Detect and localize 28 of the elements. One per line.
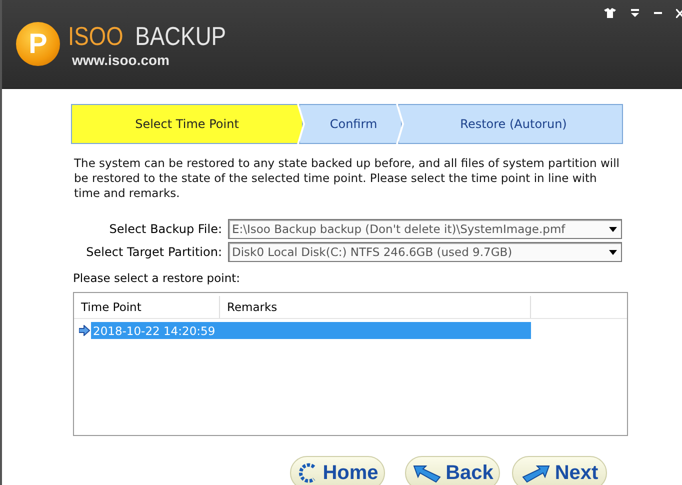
column-header[interactable]: Time Point: [74, 296, 220, 318]
brand-name: BACKUP: [135, 20, 226, 52]
wizard-step: Select Time Point: [71, 104, 303, 144]
menu-icon[interactable]: [630, 8, 640, 18]
brand-name: ISOO: [68, 20, 124, 52]
dropdown-arrow-icon: [609, 250, 617, 254]
shirt-icon[interactable]: [604, 8, 616, 18]
section-label: Please select a restore point:: [73, 271, 241, 285]
dropdown-arrow-icon: [609, 226, 617, 232]
back-button[interactable]: Back: [405, 456, 500, 485]
website-url: www.isoo.com: [72, 52, 170, 68]
description-text: The system can be restored to any state backed up before, and all files of system partition will be restored to the state of the selected time point. Please select the time point in line with time and remarks.: [74, 156, 620, 201]
column-header[interactable]: Remarks: [220, 296, 531, 318]
logo-icon: P: [16, 22, 60, 66]
dropdown[interactable]: E:\Isoo Backup backup (Don't delete it)\SystemImage.pmf: [228, 219, 622, 239]
field-label: Select Backup File:: [108, 222, 222, 236]
next-arrow-icon: [520, 463, 551, 483]
home-button[interactable]: Home: [290, 456, 385, 485]
field-label: Select Target Partition:: [85, 245, 222, 259]
dropdown[interactable]: Disk0 Local Disk(C:) NTFS 246.6GB (used 9.7GB): [228, 242, 622, 262]
arrow-icon: [79, 325, 90, 336]
minimize-icon[interactable]: [654, 12, 662, 14]
table-cell-text: 2018-10-22 14:20:59: [92, 324, 216, 338]
wizard-step: Restore (Autorun): [398, 104, 623, 144]
close-icon[interactable]: [676, 8, 682, 18]
wizard-step: Confirm: [299, 104, 402, 144]
next-button[interactable]: Next: [512, 456, 607, 485]
back-arrow-icon: [412, 463, 442, 483]
